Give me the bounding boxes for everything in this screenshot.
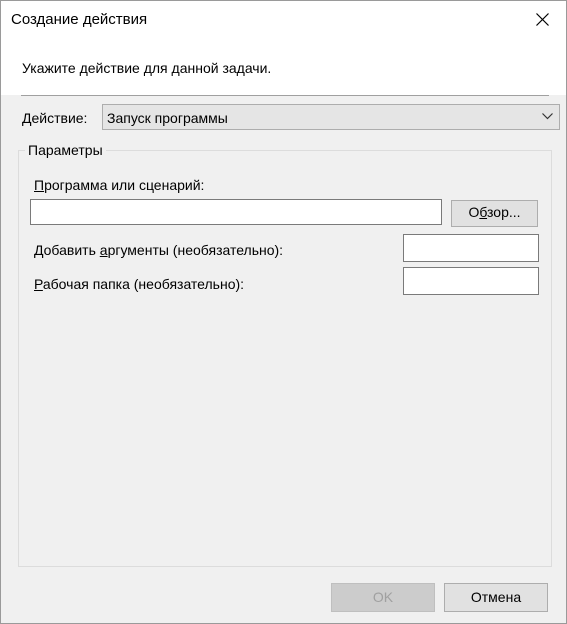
action-selected-value: Запуск программы bbox=[107, 110, 228, 126]
program-label-text: рограмма или сценарий: bbox=[44, 177, 205, 193]
workdir-label-mnemonic: Р bbox=[34, 276, 43, 292]
program-label-mnemonic: П bbox=[34, 177, 45, 193]
browse-label-pre: О bbox=[468, 204, 480, 220]
action-label: Действие: bbox=[22, 110, 88, 126]
arguments-label-text: ргументы (необязательно): bbox=[107, 242, 284, 258]
arguments-label: Добавить аргументы (необязательно): bbox=[34, 241, 283, 259]
browse-button[interactable]: Обзор... bbox=[451, 200, 538, 227]
title-bar: Создание действия bbox=[1, 1, 566, 38]
action-dropdown[interactable]: Запуск программы bbox=[102, 104, 560, 130]
arguments-label-pre: Добавить bbox=[34, 242, 100, 258]
browse-label: Обзор... bbox=[468, 204, 520, 220]
cancel-button[interactable]: Отмена bbox=[444, 583, 548, 612]
workdir-label-text: абочая папка (необязательно): bbox=[42, 276, 245, 292]
ok-label: OK bbox=[372, 589, 394, 605]
close-icon bbox=[536, 13, 549, 26]
cancel-label: Отмена bbox=[470, 589, 522, 605]
arguments-input[interactable] bbox=[403, 234, 539, 262]
browse-label-post: зор... bbox=[487, 204, 521, 220]
ok-button[interactable]: OK bbox=[331, 583, 435, 612]
program-input[interactable] bbox=[30, 199, 442, 225]
parameters-group-label: Параметры bbox=[25, 141, 106, 159]
header-area: Укажите действие для данной задачи. bbox=[1, 38, 566, 95]
arguments-label-mnemonic: а bbox=[99, 242, 108, 258]
close-button[interactable] bbox=[520, 1, 566, 38]
program-label: Программа или сценарий: bbox=[34, 176, 204, 194]
window-title: Создание действия bbox=[11, 11, 148, 28]
workdir-input[interactable] bbox=[403, 267, 539, 295]
create-action-dialog: Создание действия Укажите действие для д… bbox=[0, 0, 567, 624]
instruction-text: Укажите действие для данной задачи. bbox=[22, 60, 272, 76]
workdir-label: Рабочая папка (необязательно): bbox=[34, 275, 244, 293]
browse-label-mnemonic: б bbox=[479, 204, 488, 220]
chevron-down-icon bbox=[542, 113, 553, 120]
header-separator bbox=[21, 95, 549, 96]
